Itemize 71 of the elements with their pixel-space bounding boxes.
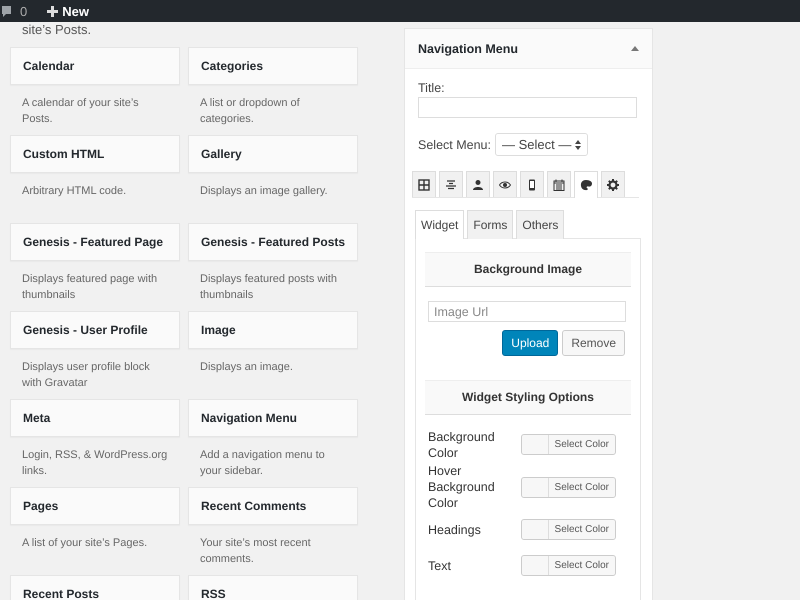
section-heading: Background Image <box>425 252 631 287</box>
select-color-button[interactable]: Select Color <box>520 476 616 498</box>
widget-description: A calendar of your site’s Posts. <box>21 96 140 127</box>
icon-tab[interactable] <box>439 171 463 197</box>
field-label: Title: <box>418 81 446 95</box>
icon-tab[interactable] <box>493 171 517 197</box>
select-color-button[interactable]: Select Color <box>520 519 616 540</box>
comment-count[interactable]: 0 <box>20 4 28 18</box>
option-label: Background Color <box>428 428 496 460</box>
option-label: Text <box>428 558 452 574</box>
palette-icon <box>580 179 592 191</box>
eye-icon <box>499 178 511 190</box>
icon-tab[interactable] <box>601 171 625 197</box>
settings-tab[interactable]: Forms <box>467 210 514 239</box>
section-heading: Widget Styling Options <box>425 380 631 415</box>
option-label: Hover Background Color <box>428 463 496 511</box>
settings-tab[interactable]: Others <box>516 210 564 239</box>
panel-header[interactable]: Navigation Menu <box>405 29 652 69</box>
icon-tab[interactable] <box>574 171 598 198</box>
field-label: Select Menu: <box>418 138 491 152</box>
calendar-icon <box>553 178 565 190</box>
widget-title[interactable]: Meta <box>10 399 180 437</box>
speech-bubble-icon[interactable] <box>2 4 12 18</box>
widget-title[interactable]: RSS <box>188 575 358 600</box>
widget-title[interactable]: Custom HTML <box>10 135 180 173</box>
widget-description: A list or dropdown of categories. <box>199 96 301 127</box>
settings-tab[interactable]: Widget <box>415 210 464 239</box>
panel-title: Navigation Menu <box>418 42 518 56</box>
image-url-field[interactable]: Image Url <box>428 301 626 322</box>
widget-title[interactable]: Recent Comments <box>188 487 358 525</box>
align-icon <box>445 178 457 190</box>
widget-description: Add a navigation menu to your sidebar. <box>199 448 326 479</box>
widget-description: Displays an image. <box>199 360 294 375</box>
widget-title[interactable]: Gallery <box>188 135 358 173</box>
menu-select[interactable]: — Select — <box>494 133 588 156</box>
settings-icon <box>607 178 619 190</box>
widget-description: A list of your site’s Pages. <box>21 536 148 551</box>
icon-tab[interactable] <box>412 171 436 197</box>
option-label: Headings <box>428 522 482 538</box>
select-color-button[interactable]: Select Color <box>520 434 616 455</box>
widget-description: Displays featured page with thumbnails <box>21 272 158 303</box>
widget-description: Arbitrary HTML code. <box>21 184 128 199</box>
upload-button[interactable]: Upload <box>502 330 558 356</box>
widget-description: Your site’s most recent comments. <box>199 536 312 567</box>
widget-description: site’s Posts. <box>21 22 92 39</box>
widget-description: Displays an image gallery. <box>199 184 329 199</box>
widget-title[interactable]: Genesis - Featured Posts <box>188 223 358 261</box>
phone-icon <box>526 178 538 190</box>
up-down-arrows-icon <box>575 140 582 150</box>
widget-description: Displays featured posts with thumbnails <box>199 272 338 303</box>
select-color-button[interactable]: Select Color <box>520 555 616 576</box>
widget-description: Displays user profile block with Gravatar <box>21 360 151 391</box>
widget-title[interactable]: Calendar <box>10 47 180 85</box>
person-icon <box>472 178 484 190</box>
icon-tab[interactable] <box>520 171 544 197</box>
widget-title[interactable]: Image <box>188 311 358 349</box>
remove-button[interactable]: Remove <box>562 330 625 356</box>
widget-title[interactable]: Genesis - User Profile <box>10 311 180 349</box>
widget-title[interactable]: Pages <box>10 487 180 525</box>
widget-title[interactable]: Genesis - Featured Page <box>10 223 180 261</box>
widget-title[interactable]: Navigation Menu <box>188 399 358 437</box>
icon-tab[interactable] <box>547 171 571 197</box>
title-field[interactable] <box>418 97 637 118</box>
collapse-icon[interactable] <box>631 46 639 51</box>
widget-title[interactable]: Categories <box>188 47 358 85</box>
widget-description: Login, RSS, & WordPress.org links. <box>21 448 168 479</box>
plus-icon <box>47 6 58 16</box>
grid-icon <box>418 178 430 190</box>
icon-tab[interactable] <box>466 171 490 197</box>
widget-title[interactable]: Recent Posts <box>10 575 180 600</box>
new-link[interactable]: New <box>47 4 89 18</box>
